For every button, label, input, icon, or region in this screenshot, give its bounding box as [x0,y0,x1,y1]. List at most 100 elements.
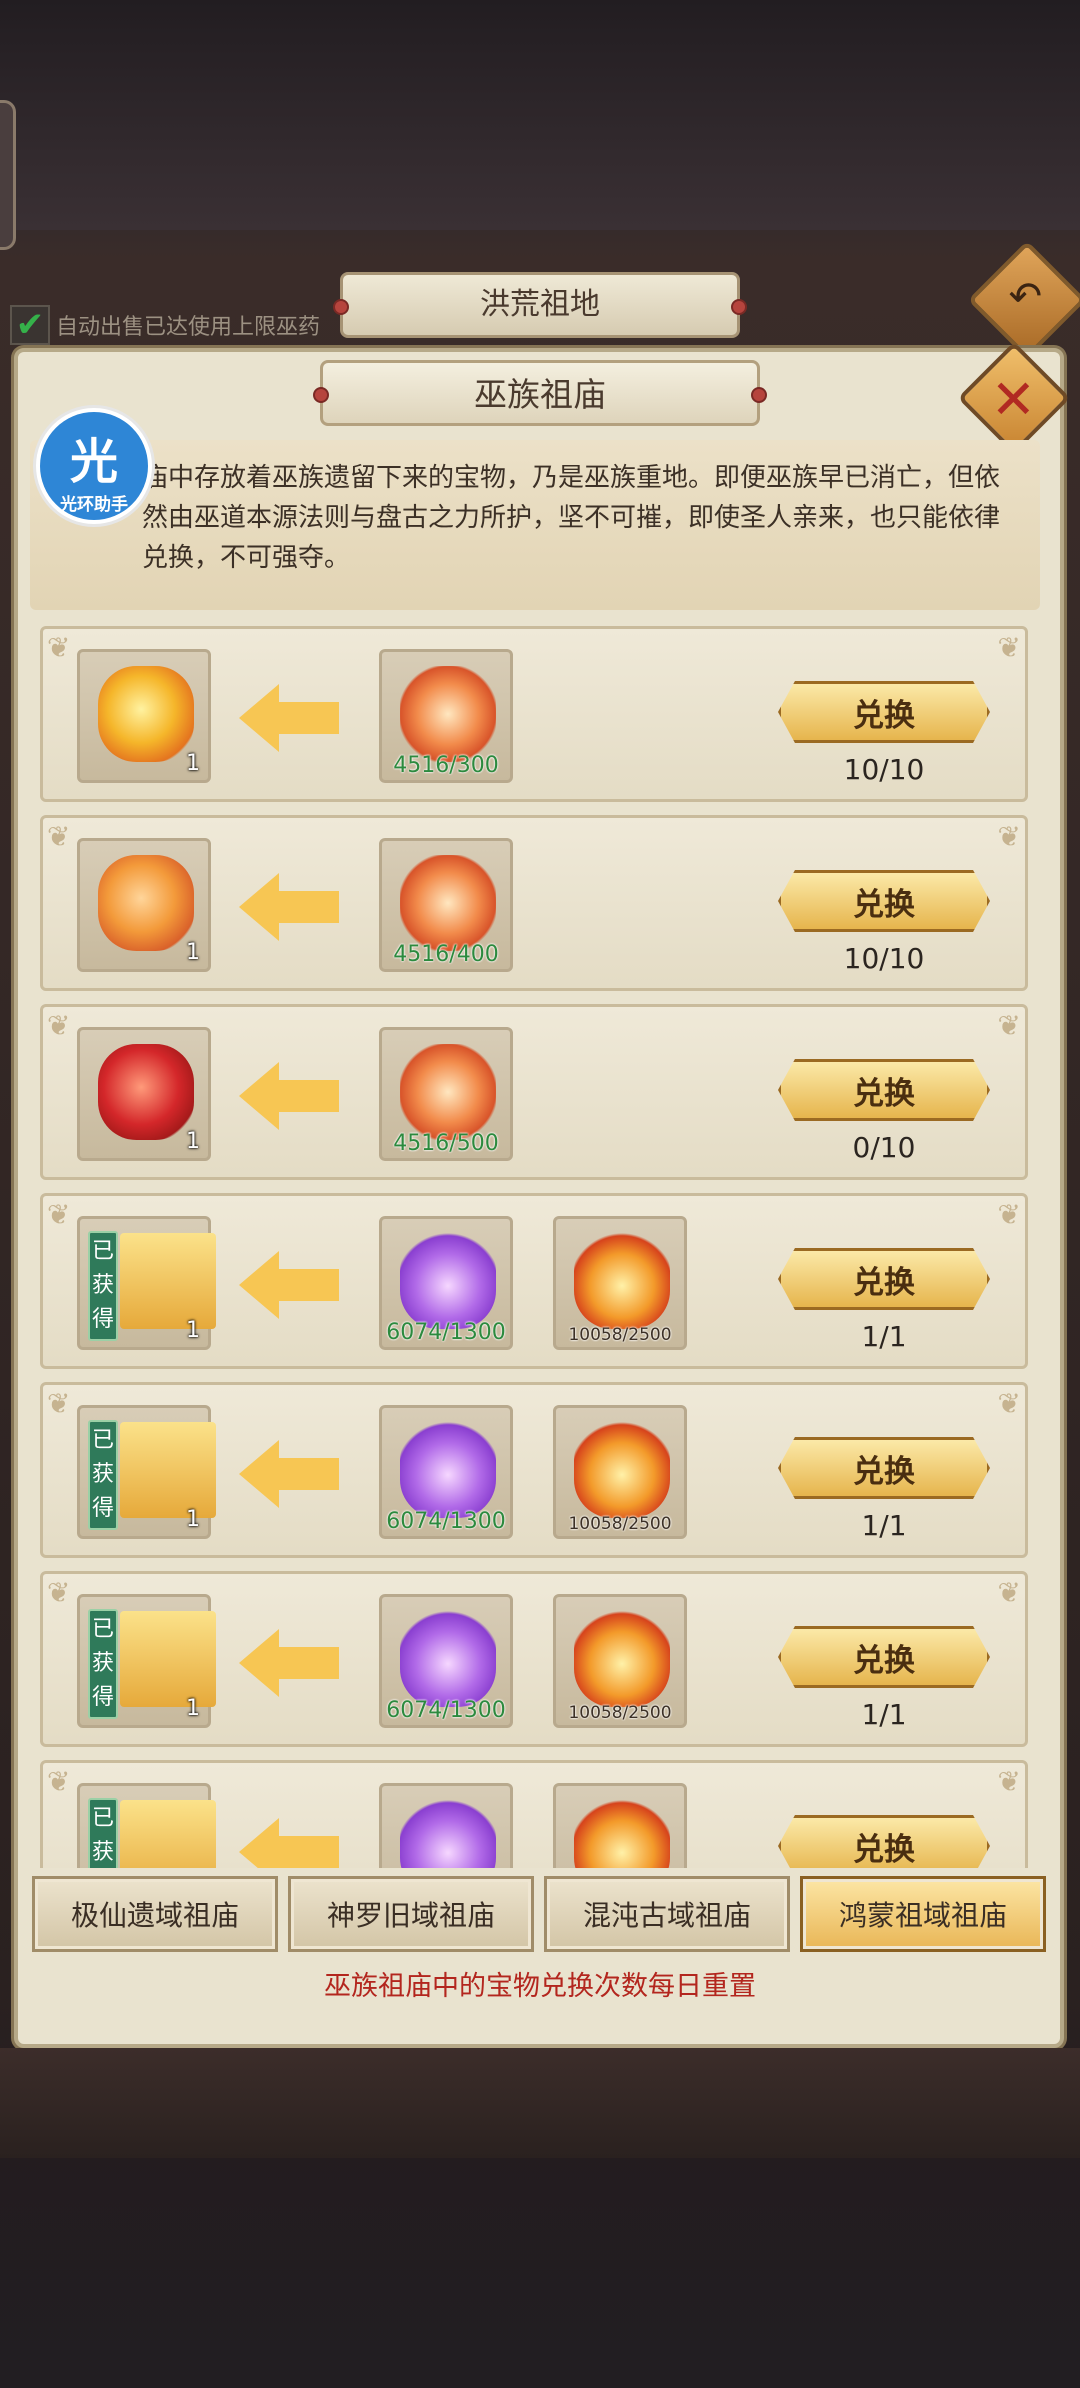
arrow-left-icon [239,1818,339,1868]
badge-label: 光环助手 [60,495,128,515]
corner-ornament-icon: ❦ [997,631,1021,664]
exchange-button[interactable]: 兑换 [778,1815,990,1868]
corner-ornament-icon: ❦ [997,1765,1021,1798]
temple-description: 庙中存放着巫族遗留下来的宝物，乃是巫族重地。即便巫族早已消亡，但依然由巫道本源法… [30,440,1040,610]
corner-ornament-icon: ❦ [997,1009,1021,1042]
exchange-row: ❦ ❦ 已获得 1 6074/1300 10058/2500 兑换 1/1 [40,1193,1028,1369]
tab-hongmeng-temple[interactable]: 鸿蒙祖域祖庙 [800,1876,1046,1952]
exchange-quota: 1/1 [861,1509,907,1542]
header-title-plate: 洪荒祖地 [333,272,747,338]
cost-item[interactable]: 6074/1300 [379,1594,513,1728]
cost-amount: 10058/2500 [568,1703,672,1723]
obtained-tag: 已获得 [88,1420,118,1530]
red-talisman-icon [98,1044,194,1140]
cost-item[interactable]: 10058/2500 [553,1594,687,1728]
top-background [0,0,1080,230]
exchange-quota: 10/10 [843,942,925,975]
arrow-left-icon [239,684,339,752]
cost-item[interactable] [553,1783,687,1868]
tab-jixian-temple[interactable]: 极仙遗域祖庙 [32,1876,278,1952]
reward-count: 1 [186,1507,200,1532]
reset-note: 巫族祖庙中的宝物兑换次数每日重置 [324,1971,756,2002]
reward-item[interactable]: 已获得 [77,1783,216,1868]
reward-item[interactable]: 已获得 1 [77,1594,216,1728]
cost-amount: 10058/2500 [568,1325,672,1345]
exchange-quota: 1/1 [861,1320,907,1353]
cost-item[interactable] [379,1783,513,1868]
cost-amount: 6074/1300 [386,1509,506,1534]
flame-orb-icon [574,1233,670,1329]
arrow-left-icon [239,1251,339,1319]
reward-item[interactable]: 1 [77,649,211,783]
checkmark-icon[interactable]: ✔ [10,305,50,345]
close-icon: ✕ [990,368,1037,432]
exchange-button[interactable]: 兑换 [778,870,990,932]
obtained-tag: 已获得 [88,1609,118,1719]
title-knob-right [731,299,747,315]
exchange-row: ❦ ❦ 1 4516/500 兑换 0/10 [40,1004,1028,1180]
skill-book-icon [120,1422,216,1518]
cost-item[interactable]: 4516/400 [379,838,513,972]
cost-item[interactable]: 6074/1300 [379,1216,513,1350]
cost-item[interactable]: 10058/2500 [553,1405,687,1539]
cost-item[interactable]: 10058/2500 [553,1216,687,1350]
cost-amount: 10058/2500 [568,1514,672,1534]
back-button[interactable]: ↶ [967,240,1080,360]
cost-amount: 4516/500 [393,1131,499,1156]
corner-ornament-icon: ❦ [997,1387,1021,1420]
arrow-left-icon [239,1062,339,1130]
cost-item[interactable]: 6074/1300 [379,1405,513,1539]
reward-count: 1 [186,1129,200,1154]
skill-book-icon [120,1611,216,1707]
purple-essence-icon [400,1611,496,1707]
purple-essence-icon [400,1233,496,1329]
exchange-button[interactable]: 兑换 [778,1059,990,1121]
skill-book-icon [120,1800,216,1868]
fire-essence-icon [400,855,496,951]
assistant-overlay-badge[interactable]: 光 光环助手 [36,408,152,524]
tab-hundun-temple[interactable]: 混沌古域祖庙 [544,1876,790,1952]
cost-item[interactable]: 4516/500 [379,1027,513,1161]
header-title: 洪荒祖地 [480,287,600,322]
flame-orb-icon [574,1800,670,1868]
description-text: 庙中存放着巫族遗留下来的宝物，乃是巫族重地。即便巫族早已消亡，但依然由巫道本源法… [142,463,1001,573]
exchange-list[interactable]: ❦ ❦ 1 4516/300 兑换 10/10 ❦ ❦ 1 4516/400 兑… [40,626,1028,1868]
exchange-row: ❦ ❦ 1 4516/300 兑换 10/10 [40,626,1028,802]
side-handle[interactable] [0,100,16,250]
panel-title: 巫族祖庙 [474,375,606,414]
exchange-button[interactable]: 兑换 [778,1626,990,1688]
cost-item[interactable]: 4516/300 [379,649,513,783]
reward-count: 1 [186,1318,200,1343]
exchange-quota: 10/10 [843,753,925,786]
game-screen: 洪荒祖地 ↶ ✔ 自动出售已达使用上限巫药 巫族祖庙 ✕ 庙中存放着巫族遗留下来… [0,0,1080,2388]
cost-amount: 6074/1300 [386,1698,506,1723]
cost-amount: 6074/1300 [386,1320,506,1345]
exchange-row: ❦ ❦ 已获得 1 6074/1300 10058/2500 兑换 1/1 [40,1571,1028,1747]
corner-ornament-icon: ❦ [47,1576,71,1609]
exchange-quota: 0/10 [852,1131,916,1164]
exchange-row: ❦ ❦ 1 4516/400 兑换 10/10 [40,815,1028,991]
corner-ornament-icon: ❦ [47,1387,71,1420]
exchange-row: ❦ ❦ 已获得 兑换 [40,1760,1028,1868]
fire-essence-icon [400,666,496,762]
corner-ornament-icon: ❦ [47,1765,71,1798]
cost-amount: 4516/400 [393,942,499,967]
arrow-left-icon [239,1440,339,1508]
corner-ornament-icon: ❦ [997,820,1021,853]
exchange-row: ❦ ❦ 已获得 1 6074/1300 10058/2500 兑换 1/1 [40,1382,1028,1558]
reward-count: 1 [186,940,200,965]
reward-item[interactable]: 1 [77,838,211,972]
auto-sell-label: 自动出售已达使用上限巫药 [56,315,321,340]
tab-shenluo-temple[interactable]: 神罗旧域祖庙 [288,1876,534,1952]
exchange-button[interactable]: 兑换 [778,1248,990,1310]
exchange-button[interactable]: 兑换 [778,1437,990,1499]
auto-sell-option[interactable]: ✔ 自动出售已达使用上限巫药 [10,305,320,345]
bottom-background [0,2048,1080,2158]
reward-item[interactable]: 1 [77,1027,211,1161]
purple-essence-icon [400,1422,496,1518]
corner-ornament-icon: ❦ [47,1198,71,1231]
exchange-button[interactable]: 兑换 [778,681,990,743]
reward-item[interactable]: 已获得 1 [77,1216,216,1350]
panel-knob-left [313,387,329,403]
reward-item[interactable]: 已获得 1 [77,1405,216,1539]
